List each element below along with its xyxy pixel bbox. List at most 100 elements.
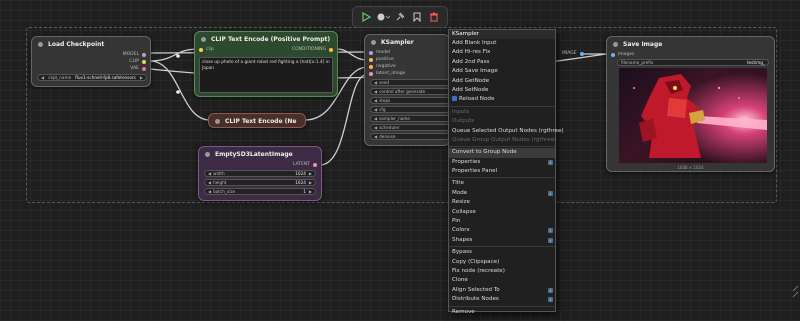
menu-item-collapse[interactable]: Collapse [449,208,555,217]
menu-item-add-hi-res-fix[interactable]: Add Hi-res Fix [449,48,555,57]
menu-item-bypass[interactable]: Bypass [449,248,555,257]
menu-item-label: Copy (Clipspace) [452,258,500,265]
node-load-checkpoint[interactable]: Load Checkpoint MODEL CLIP VAE ◀ ckpt_na… [31,36,151,87]
node-title[interactable]: EmptySD3LatentImage [199,147,321,161]
menu-item-label: Align Selected To [452,286,500,293]
pin-icon[interactable] [393,10,407,24]
menu-item-add-getnode[interactable]: Add GetNode [449,77,555,86]
scheduler-widget[interactable]: ◀ scheduler [370,124,450,131]
node-title[interactable]: Save Image [607,37,774,51]
run-icon[interactable] [359,10,373,24]
menu-item-convert-to-group-node[interactable]: Convert to Group Node [449,148,555,158]
right-arrow-icon[interactable]: ▶ [309,180,312,185]
cfg-widget[interactable]: ◀ cfg [370,106,450,113]
node-save-image[interactable]: Save Image images filename_prefix testimg… [606,36,775,172]
menu-item-label: Collapse [452,208,476,215]
input-slot-positive[interactable]: positive [369,57,394,62]
output-slot-latent[interactable]: LATENT [293,162,317,167]
menu-item-add-setnode[interactable]: Add SetNode [449,86,555,95]
collapse-dot-icon[interactable] [215,118,220,124]
output-slot-conditioning[interactable]: CONDITIONING [292,47,333,52]
sampler-name-widget[interactable]: ◀ sampler_name [370,115,450,122]
menu-item-add-2nd-pass[interactable]: Add 2nd Pass [449,58,555,67]
delete-icon[interactable] [427,10,441,24]
slot-dot[interactable] [199,47,203,52]
menu-item-mode[interactable]: Mode › [449,189,555,198]
menu-item-label: Add GetNode [452,77,490,84]
menu-item-resize[interactable]: Resize [449,198,555,207]
bookmark-icon[interactable] [410,10,424,24]
slot-dot[interactable] [313,162,317,167]
output-slot-image[interactable]: IMAGE [562,51,584,56]
prompt-textarea[interactable]: close up photo of a giant robot red figh… [199,57,333,93]
left-arrow-icon[interactable]: ◀ [41,75,44,80]
right-arrow-icon[interactable]: ▶ [140,75,143,80]
right-arrow-icon[interactable]: ▶ [309,171,312,176]
height-widget[interactable]: ◀ height 1024 ▶ [204,179,316,186]
slot-dot[interactable] [611,52,615,57]
collapse-dot-icon[interactable] [201,36,206,42]
right-arrow-icon[interactable]: ▶ [309,189,312,194]
slot-dot[interactable] [369,57,373,62]
menu-item-queue-selected-output-nodes-rgthree[interactable]: Queue Selected Output Nodes (rgthree) [449,127,564,136]
widget-label: steps [379,98,391,103]
queue-options-icon[interactable] [376,10,390,24]
menu-item-title[interactable]: Title [449,179,555,188]
menu-item-shapes[interactable]: Shapes › [449,236,555,245]
menu-item-add-save-image[interactable]: Add Save Image [449,67,555,76]
menu-item-clone[interactable]: Clone [449,276,555,285]
slot-dot[interactable] [142,59,146,64]
menu-item-remove[interactable]: Remove [449,308,555,317]
node-clip-text-encode-positive[interactable]: CLIP Text Encode (Positive Prompt) clip … [194,31,338,97]
slot-dot[interactable] [142,66,146,71]
menu-item-properties[interactable]: Properties › [449,158,555,167]
preview-image[interactable] [619,68,767,163]
submenu-arrow-icon: › [548,297,553,303]
menu-item-add-blank-input[interactable]: Add Blank Input [449,39,555,48]
steps-widget[interactable]: ◀ steps [370,97,450,104]
scroll-edge-handle[interactable] [792,285,800,315]
menu-item-fix-node-recreate[interactable]: Fix node (recreate) [449,267,555,276]
menu-item-properties-panel[interactable]: Properties Panel [449,167,555,176]
seed-widget[interactable]: ◀ seed [370,79,450,86]
node-title[interactable]: Load Checkpoint [32,37,150,51]
node-title[interactable]: CLIP Text Encode (Positive Prompt) [195,32,337,46]
collapse-dot-icon[interactable] [371,39,376,45]
input-slot-images[interactable]: images [611,52,634,57]
menu-item-pin[interactable]: Pin [449,217,555,226]
ckpt-name-combo[interactable]: ◀ ckpt_name flux1-schnell-fp8.safetensor… [37,74,147,81]
menu-item-reload-node[interactable]: Reload Node [449,95,555,104]
input-slot-latent-image[interactable]: latent_image [369,71,405,76]
slot-dot[interactable] [579,51,584,56]
slot-dot[interactable] [369,50,373,55]
menu-item-distribute-nodes[interactable]: Distribute Nodes › [449,295,555,304]
slot-dot[interactable] [142,52,146,57]
collapse-dot-icon[interactable] [613,41,618,47]
denoise-widget[interactable]: ◀ denoise [370,133,450,140]
output-slot-model[interactable]: MODEL [123,52,146,57]
slot-dot[interactable] [329,47,333,52]
batch-size-widget[interactable]: ◀ batch_size 1 ▶ [204,188,316,195]
slot-dot[interactable] [369,71,373,76]
node-ksampler[interactable]: KSampler model positive negative latent_… [364,34,450,146]
node-title[interactable]: CLIP Text Encode (Ne [209,114,305,128]
menu-item-colors[interactable]: Colors › [449,226,555,235]
menu-item-label: Pin [452,218,461,225]
menu-item-align-selected-to[interactable]: Align Selected To › [449,286,555,295]
input-slot-negative[interactable]: negative [369,64,396,69]
menu-item-copy-clipspace[interactable]: Copy (Clipspace) [449,258,555,267]
control-after-generate-widget[interactable]: ◀ control after generate [370,88,450,95]
node-empty-sd3-latent-image[interactable]: EmptySD3LatentImage LATENT ◀ width 1024 ▶ ◀… [198,146,322,201]
input-slot-model[interactable]: model [369,50,390,55]
context-menu-separator [449,105,555,107]
node-clip-text-encode-negative[interactable]: CLIP Text Encode (Ne [208,113,306,128]
output-slot-clip[interactable]: CLIP [129,59,146,64]
filename-prefix-widget[interactable]: filename_prefix testimg_ [617,59,769,66]
slot-dot[interactable] [369,64,373,69]
width-widget[interactable]: ◀ width 1024 ▶ [204,170,316,177]
collapse-dot-icon[interactable] [205,151,210,157]
collapse-dot-icon[interactable] [38,41,43,47]
input-slot-clip[interactable]: clip [199,47,214,52]
output-slot-vae[interactable]: VAE [130,66,146,71]
node-title[interactable]: KSampler [365,35,449,49]
